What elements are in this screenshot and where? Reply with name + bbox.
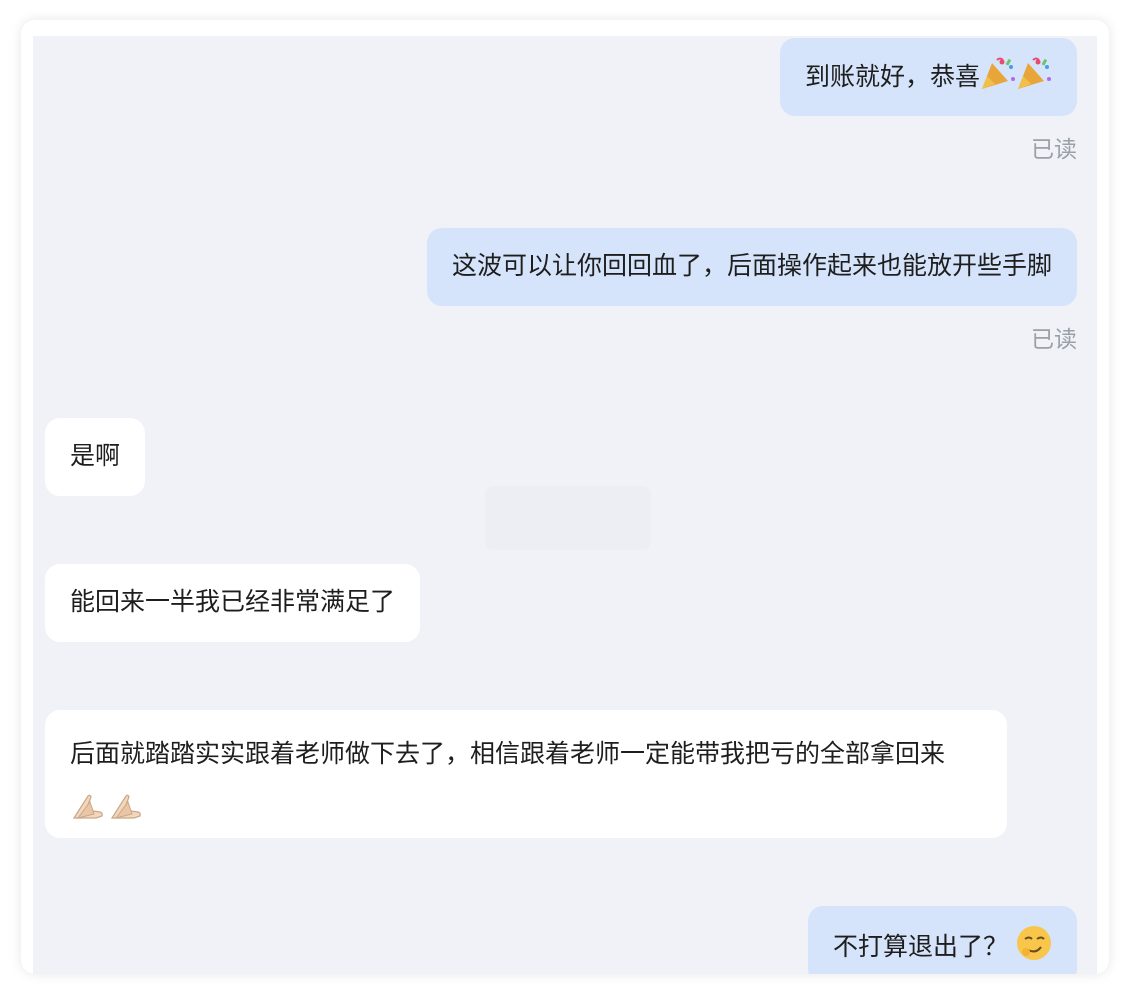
read-status: 已读 bbox=[1031, 137, 1077, 163]
message-text: 能回来一半我已经非常满足了 bbox=[70, 587, 396, 616]
smirking-face-icon bbox=[1016, 925, 1052, 972]
message-text: 不打算退出了？ bbox=[832, 932, 1008, 961]
folded-hands-icon bbox=[108, 786, 146, 838]
message-bubble-incoming[interactable]: 能回来一半我已经非常满足了 bbox=[45, 564, 421, 642]
message-bubble-outgoing[interactable]: 不打算退出了？ bbox=[807, 906, 1077, 974]
message-text: 是啊 bbox=[70, 441, 121, 470]
read-status: 已读 bbox=[1031, 327, 1077, 353]
party-popper-icon bbox=[980, 57, 1016, 102]
message-text: 到账就好，恭喜 bbox=[804, 62, 980, 91]
message-text: 这波可以让你回回血了，后面操作起来也能放开些手脚 bbox=[451, 251, 1052, 280]
party-popper-icon bbox=[1016, 57, 1052, 102]
message-bubble-incoming[interactable]: 是啊 bbox=[45, 418, 146, 496]
message-list[interactable]: 到账就好，恭喜 已读 这波可以让你回回血了，后面操作起来也能放开些手脚 已读 是… bbox=[33, 36, 1097, 974]
message-text: 后面就踏踏实实跟着老师做下去了，相信跟着老师一定能带我把亏的全部拿回来 bbox=[70, 739, 946, 768]
message-bubble-incoming[interactable]: 后面就踏踏实实跟着老师做下去了，相信跟着老师一定能带我把亏的全部拿回来 bbox=[45, 710, 1007, 838]
folded-hands-icon bbox=[70, 786, 108, 838]
message-bubble-outgoing[interactable]: 到账就好，恭喜 bbox=[779, 38, 1077, 116]
message-bubble-outgoing[interactable]: 这波可以让你回回血了，后面操作起来也能放开些手脚 bbox=[426, 228, 1077, 306]
chat-window: 到账就好，恭喜 已读 这波可以让你回回血了，后面操作起来也能放开些手脚 已读 是… bbox=[21, 20, 1109, 974]
faded-placeholder bbox=[485, 486, 651, 550]
